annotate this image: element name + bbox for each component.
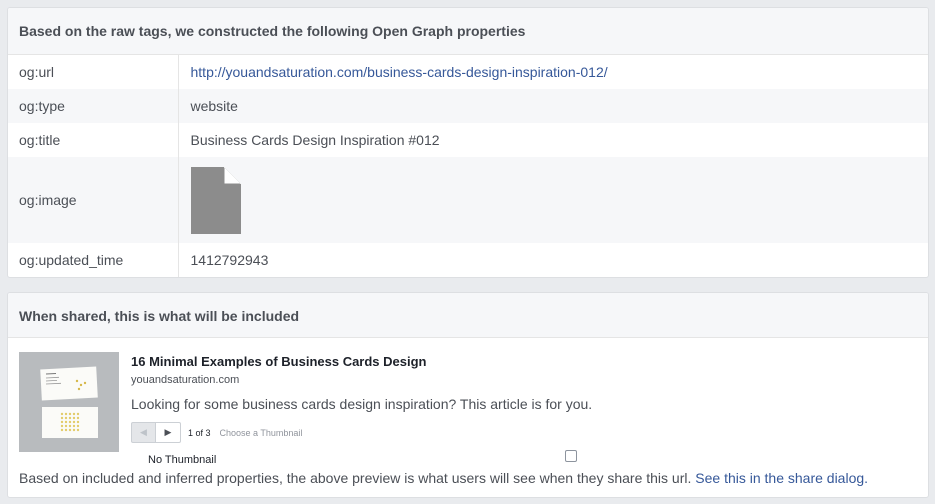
og-panel-header: Based on the raw tags, we constructed th… [8, 8, 928, 55]
og-properties-table: og:url http://youandsaturation.com/busin… [8, 55, 928, 277]
og-row-title: og:title Business Cards Design Inspirati… [8, 123, 928, 157]
preview-domain: youandsaturation.com [131, 374, 240, 386]
og-value: 1412792943 [190, 252, 269, 268]
next-thumbnail-button[interactable]: ▶ [156, 422, 181, 443]
footnote-text: Based on included and inferred propertie… [19, 470, 692, 486]
og-row-url: og:url http://youandsaturation.com/busin… [8, 55, 928, 89]
og-key: og:title [8, 123, 179, 157]
thumbnail-pager: ◀ ▶ 1 of 3 Choose a Thumbnail [131, 422, 302, 443]
og-key: og:type [8, 89, 179, 123]
document-placeholder-icon[interactable] [190, 166, 241, 234]
share-preview: 16 Minimal Examples of Business Cards De… [19, 352, 909, 452]
business-card-image [19, 352, 119, 452]
og-value: Business Cards Design Inspiration #012 [190, 132, 440, 148]
no-thumbnail-label: No Thumbnail [148, 454, 217, 466]
og-key: og:url [8, 55, 179, 89]
preview-description: Looking for some business cards design i… [131, 396, 593, 412]
og-row-updated-time: og:updated_time 1412792943 [8, 243, 928, 277]
preview-thumbnail[interactable] [19, 352, 119, 452]
og-row-image: og:image [8, 157, 928, 243]
og-key: og:updated_time [8, 243, 179, 277]
no-thumbnail-checkbox[interactable] [565, 450, 577, 462]
og-row-type: og:type website [8, 89, 928, 123]
preview-title[interactable]: 16 Minimal Examples of Business Cards De… [131, 354, 427, 369]
og-value: website [190, 98, 238, 114]
previous-thumbnail-button[interactable]: ◀ [131, 422, 156, 443]
thumbnail-count: 1 of 3 [188, 427, 211, 438]
triangle-left-icon: ◀ [140, 427, 147, 437]
share-preview-panel: When shared, this is what will be includ… [7, 292, 929, 498]
share-footnote: Based on included and inferred propertie… [19, 470, 868, 486]
share-panel-header: When shared, this is what will be includ… [8, 293, 928, 338]
og-key: og:image [8, 157, 179, 243]
triangle-right-icon: ▶ [164, 427, 172, 437]
og-url-link[interactable]: http://youandsaturation.com/business-car… [191, 64, 608, 80]
og-properties-panel: Based on the raw tags, we constructed th… [7, 7, 929, 278]
share-dialog-link[interactable]: See this in the share dialog. [695, 470, 868, 486]
choose-thumbnail-label: Choose a Thumbnail [219, 427, 303, 438]
